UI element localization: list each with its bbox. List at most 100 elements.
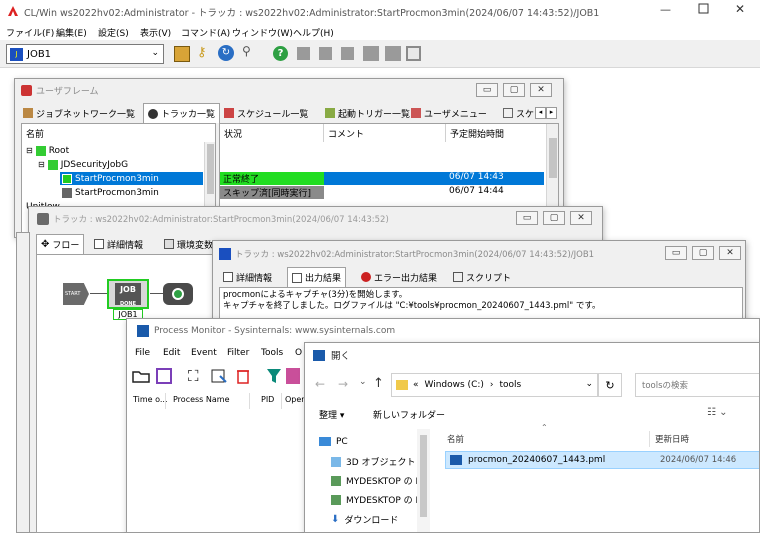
pml-file-icon [450, 455, 462, 465]
path-folder[interactable]: tools [500, 380, 522, 390]
tracker-job-restore-button[interactable]: ▢ [692, 246, 714, 260]
userframe-titlebar: ユーザフレーム ▭ ▢ ✕ [15, 79, 563, 101]
trigger-icon [325, 108, 335, 118]
col-time[interactable]: Time o... [133, 395, 168, 404]
grid-icon[interactable] [363, 46, 379, 61]
tracker-flow-close-button[interactable]: ✕ [570, 211, 592, 225]
maximize-button[interactable] [698, 3, 714, 17]
back-arrow-icon[interactable]: ← [315, 377, 325, 391]
forward-arrow-icon[interactable]: → [338, 377, 348, 391]
table-row[interactable]: スキップ済[同時実行] 06/07 14:44 [220, 186, 558, 199]
tab-jobnetwork-list[interactable]: ジョブネットワーク一覧 [19, 103, 139, 123]
tab-error-output[interactable]: エラー出力結果 [357, 267, 441, 287]
tab-tracker-list[interactable]: トラッカ一覧 [143, 103, 221, 123]
help-icon[interactable]: ? [273, 46, 288, 61]
menu-file[interactable]: ファイル(F) [6, 26, 54, 39]
menu-edit[interactable]: 編集(E) [56, 26, 87, 39]
col-name[interactable]: 名前 [447, 433, 464, 445]
view-options-icon[interactable]: ☷ ⌄ [707, 407, 728, 418]
col-process-name[interactable]: Process Name [173, 395, 230, 404]
address-bar[interactable]: « Windows (C:) › tools ⌄ [391, 373, 598, 397]
list-icon[interactable] [385, 46, 401, 61]
job-select[interactable]: J JOB1 ⌄ [6, 44, 164, 64]
nav-item-mydesktop-1[interactable]: MYDESKTOP の I [319, 474, 431, 487]
nav-item-3d-objects[interactable]: 3D オブジェクト [319, 455, 431, 468]
nav-item-downloads[interactable]: ⬇ ダウンロード [319, 513, 431, 526]
clear-icon[interactable] [211, 368, 227, 387]
tab-job-detail[interactable]: 詳細情報 [219, 267, 276, 287]
userframe-close-button[interactable]: ✕ [530, 83, 552, 97]
tracker-flow-restore-button[interactable]: ▢ [543, 211, 565, 225]
delete-icon[interactable] [236, 368, 250, 387]
nav-pane-scrollbar[interactable] [417, 429, 430, 532]
tracker-job-minimize-button[interactable]: ▭ [665, 246, 687, 260]
job1-node[interactable]: JOB DONE [107, 279, 149, 309]
close-button[interactable]: ✕ [735, 2, 751, 16]
up-arrow-icon[interactable]: ↑ [373, 376, 384, 391]
userframe-restore-button[interactable]: ▢ [503, 83, 525, 97]
end-node[interactable] [163, 283, 193, 305]
document-icon [292, 272, 302, 283]
tab-scroll-right[interactable]: ▸ [546, 107, 557, 119]
menu-command[interactable]: コマンド(A) [181, 26, 230, 39]
menu-help[interactable]: ヘルプ(H) [293, 26, 334, 39]
procmon-menu-event[interactable]: Event [191, 348, 217, 361]
open-job-icon[interactable] [174, 46, 190, 62]
tree-item-startprocmon-selected[interactable]: StartProcmon3min [60, 172, 203, 185]
userframe-minimize-button[interactable]: ▭ [476, 83, 498, 97]
window-icon[interactable] [406, 46, 421, 61]
procmon-menu-options[interactable]: O [295, 348, 302, 361]
tab-script[interactable]: スクリプト [449, 267, 515, 287]
key-icon[interactable]: ⚷ [197, 45, 207, 60]
history-chevron-icon[interactable]: ⌄ [359, 377, 367, 387]
organize-button[interactable]: 整理 ▾ [319, 408, 344, 421]
procmon-menu-edit[interactable]: Edit [163, 348, 180, 361]
tab-user-menu[interactable]: ユーザメニュー [407, 103, 491, 123]
start-node[interactable]: START [63, 283, 89, 305]
userframe-title: ユーザフレーム [36, 86, 99, 97]
file-row-pml[interactable]: procmon_20240607_1443.pml 2024/06/07 14:… [445, 451, 759, 469]
copy-icon-1[interactable] [297, 47, 310, 60]
path-drive[interactable]: Windows (C:) [425, 380, 484, 390]
copy-icon-3[interactable] [341, 47, 354, 60]
tab-output[interactable]: 出力結果 [287, 267, 347, 287]
flow-tabbar: ✥ フロー 詳細情報 環境変数 [36, 234, 226, 254]
new-folder-button[interactable]: 新しいフォルダー [373, 408, 445, 421]
tab-trigger-list[interactable]: 起動トリガー一覧 [321, 103, 414, 123]
search-box[interactable]: toolsの検索 [635, 373, 759, 397]
table-row[interactable]: 正常終了 06/07 14:43 [220, 172, 558, 185]
tracker-flow-minimize-button[interactable]: ▭ [516, 211, 538, 225]
menu-settings[interactable]: 設定(S) [98, 26, 129, 39]
tab-schedule-list[interactable]: スケジュール一覧 [220, 103, 312, 123]
tab-scroll-left[interactable]: ◂ [535, 107, 546, 119]
tree-item-root[interactable]: ⊟ Root [22, 144, 215, 157]
procmon-menu-tools[interactable]: Tools [261, 348, 283, 361]
tracker-job-close-button[interactable]: ✕ [719, 246, 741, 260]
nav-item-mydesktop-2[interactable]: MYDESKTOP の I [319, 493, 431, 506]
tree-item-startprocmon[interactable]: StartProcmon3min [60, 186, 215, 199]
end-icon [172, 288, 184, 300]
open-folder-icon[interactable] [132, 368, 150, 387]
menu-window[interactable]: ウィンドウ(W) [232, 26, 293, 39]
filter-icon[interactable] [266, 368, 282, 387]
copy-icon-2[interactable] [319, 47, 332, 60]
search-icon[interactable]: ⚲ [242, 44, 251, 58]
procmon-menu-filter[interactable]: Filter [227, 348, 249, 361]
nav-item-pc[interactable]: PC [319, 435, 431, 448]
highlight-icon[interactable] [286, 368, 300, 384]
tab-env-vars[interactable]: 環境変数 [160, 234, 217, 254]
procmon-menu-file[interactable]: File [135, 348, 150, 361]
refresh-icon[interactable]: ↻ [218, 45, 234, 61]
tab-flow[interactable]: ✥ フロー [36, 234, 85, 254]
refresh-button[interactable]: ↻ [598, 373, 622, 397]
col-pid[interactable]: PID [261, 395, 274, 404]
autoscroll-icon[interactable]: ⛶ [188, 367, 199, 385]
col-modified[interactable]: 更新日時 [655, 433, 689, 445]
tab-detail-info[interactable]: 詳細情報 [90, 234, 147, 254]
menu-view[interactable]: 表示(V) [140, 26, 171, 39]
tab-schedule-short[interactable]: スケ [499, 103, 538, 123]
minimize-button[interactable]: — [660, 3, 676, 17]
address-dropdown-icon[interactable]: ⌄ [585, 379, 593, 389]
tree-item-jdsecurityjobg[interactable]: ⊟ JDSecurityJobG [22, 158, 215, 171]
save-icon[interactable] [156, 368, 172, 384]
